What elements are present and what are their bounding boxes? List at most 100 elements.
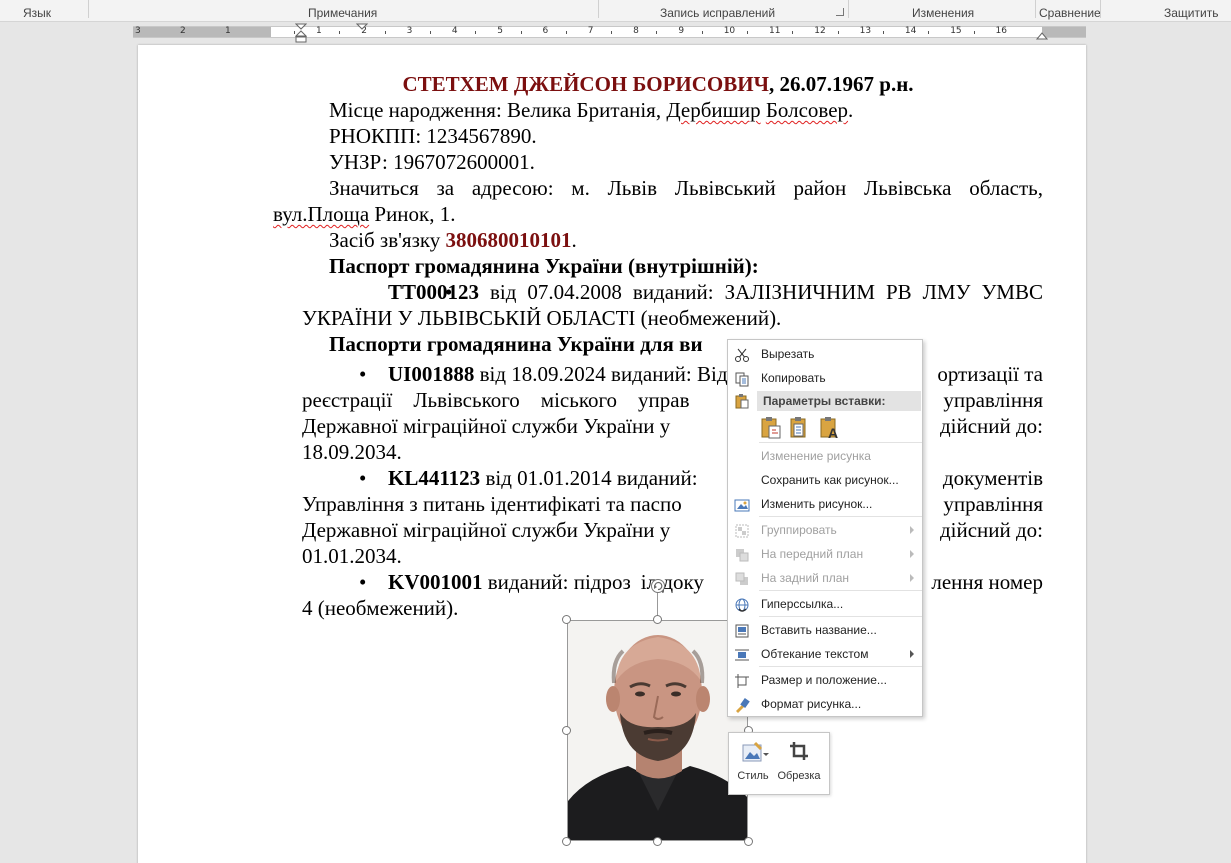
- resize-handle[interactable]: [562, 726, 571, 735]
- passport-details: іл доку: [640, 570, 704, 594]
- menu-item-label: Обтекание текстом: [761, 647, 869, 661]
- menu-item-size-position[interactable]: Размер и положение...: [728, 668, 922, 692]
- passport-details: 18.09.2034.: [302, 440, 402, 464]
- ruler-tick: [701, 31, 703, 34]
- edit-picture-icon: [734, 499, 750, 512]
- ruler-label: 7: [587, 26, 594, 36]
- spell-error-word[interactable]: Болсовер: [766, 98, 848, 122]
- ruler-label: 11: [769, 26, 781, 36]
- menu-item-label: Изменить рисунок...: [761, 497, 873, 511]
- ruler-right-margin: [1042, 27, 1086, 37]
- list-item: • TT000123 від 07.04.2008 виданий: ЗАЛІЗН…: [302, 279, 1043, 331]
- menu-item-format-picture[interactable]: Формат рисунка...: [728, 692, 922, 716]
- ribbon-separator: [848, 0, 849, 18]
- resize-handle[interactable]: [653, 837, 662, 846]
- menu-item-insert-caption[interactable]: Вставить название...: [728, 618, 922, 642]
- contact-prefix: Засіб зв'язку: [329, 228, 446, 252]
- spell-error-word[interactable]: вул.Площа: [273, 202, 369, 226]
- ruler-tick: [475, 31, 477, 34]
- ruler-label: 13: [859, 26, 872, 36]
- ruler-label: 4: [451, 26, 458, 36]
- crop-icon: [790, 742, 808, 760]
- document-body[interactable]: СТЕТХЕМ ДЖЕЙСОН БОРИСОВИЧ, 26.07.1967 р.…: [273, 71, 1043, 357]
- ribbon-group-language: Язык: [23, 6, 52, 20]
- ribbon-separator: [88, 0, 89, 18]
- ruler-label: 8: [633, 26, 639, 36]
- paste-merge-formatting-icon[interactable]: [789, 416, 811, 440]
- resize-handle[interactable]: [562, 837, 571, 846]
- picture-style-icon: [742, 741, 769, 762]
- internal-passport-header: Паспорт громадянина України (внутрішній)…: [329, 254, 759, 278]
- menu-separator: [759, 590, 922, 591]
- birthplace-prefix: Місце народження: Велика Британія,: [329, 98, 667, 122]
- menu-item-hyperlink[interactable]: Гиперссылка...: [728, 592, 922, 616]
- ruler-tick: [611, 31, 613, 34]
- ruler-label: 15: [950, 26, 962, 36]
- spell-error-word[interactable]: Дербишир: [666, 98, 760, 122]
- ruler-tick: [973, 31, 975, 34]
- svg-text:A: A: [828, 425, 838, 440]
- birth-date: , 26.07.1967 р.н.: [769, 72, 914, 96]
- scissors-icon: [735, 348, 749, 362]
- resize-handle[interactable]: [562, 615, 571, 624]
- rotate-handle-icon[interactable]: [651, 579, 665, 593]
- paste-keep-formatting-icon[interactable]: [760, 416, 782, 440]
- horizontal-ruler[interactable]: 3 2 1 1 2 3 4 5 6 7 8 9 10 11 12 13 14 15 16: [133, 23, 1086, 43]
- ruler-label: 12: [814, 26, 826, 36]
- menu-item-save-as-picture[interactable]: Сохранить как рисунок...: [728, 468, 922, 492]
- style-button[interactable]: Стиль: [733, 733, 773, 794]
- person-photo[interactable]: [567, 620, 748, 841]
- passport-details: 01.01.2034.: [302, 544, 402, 568]
- ruler-tick: [792, 31, 794, 34]
- ruler-tick: [747, 31, 748, 34]
- passport-details: лення номер: [931, 570, 1043, 594]
- ruler-label: 9: [678, 26, 685, 36]
- passport-details: 4 (необмежений).: [302, 596, 459, 620]
- resize-handle[interactable]: [653, 615, 662, 624]
- bring-forward-icon: [736, 549, 749, 562]
- list-item-line: 01.01.2034.: [302, 543, 1043, 569]
- ruler-tick: [384, 31, 386, 34]
- ruler-tick: [565, 31, 567, 34]
- foreign-passport-list: • UI001888 від 18.09.2024 виданий: Відді…: [302, 361, 1043, 621]
- passport-details: управління: [943, 492, 1043, 516]
- passport-details: ортизації та: [937, 362, 1043, 386]
- ruler-label: 10: [723, 26, 736, 36]
- passport-number: UI001888: [388, 362, 475, 386]
- menu-item-label: На передний план: [761, 547, 864, 561]
- menu-item-label: Сохранить как рисунок...: [761, 473, 899, 487]
- ruler-label: 1: [225, 26, 231, 36]
- menu-item-copy[interactable]: Копировать: [728, 366, 922, 390]
- right-indent-icon[interactable]: [1036, 30, 1048, 40]
- address-line-cont: вул.Площа Ринок, 1.: [273, 201, 1043, 227]
- ribbon-separator: [598, 0, 599, 18]
- resize-handle[interactable]: [744, 837, 753, 846]
- crop-button[interactable]: Обрезка: [775, 733, 823, 794]
- list-item: • KL441123 від 01.01.2014 виданий: докум…: [302, 465, 1043, 491]
- menu-item-edit-picture[interactable]: Изменить рисунок...: [728, 492, 922, 516]
- paste-text-only-icon[interactable]: A: [819, 416, 841, 440]
- passport-details: Управління з питань ідентифікаті та пасп…: [302, 492, 682, 516]
- ruler-tick: [928, 31, 930, 34]
- dialog-launcher-icon[interactable]: [836, 8, 844, 16]
- passport-details: Державної міграційної служби України у: [302, 414, 671, 438]
- menu-item-wrap-text[interactable]: Обтекание текстом: [728, 642, 922, 666]
- group-icon: [735, 524, 749, 538]
- passport-details: виданий: підроз: [482, 570, 631, 594]
- first-line-indent-icon[interactable]: [356, 23, 368, 33]
- contact-number: 380680010101: [445, 228, 572, 252]
- indent-marker-icon[interactable]: [295, 23, 307, 45]
- bullet-icon: •: [445, 280, 453, 304]
- ribbon-group-labels: Язык Примечания Запись исправлений Измен…: [0, 0, 1231, 22]
- menu-item-label: Изменение рисунка: [761, 449, 871, 463]
- hyperlink-icon: [735, 598, 749, 612]
- ribbon-group-tracking: Запись исправлений: [660, 6, 776, 20]
- menu-item-cut[interactable]: Вырезать: [728, 342, 922, 366]
- menu-item-send-backward: На задний план: [728, 566, 922, 590]
- size-position-icon: [735, 674, 749, 688]
- menu-item-change-picture: Изменение рисунка: [728, 444, 922, 468]
- period: .: [571, 228, 577, 252]
- list-item-line: 18.09.2034.: [302, 439, 1043, 465]
- passport-details: документів: [942, 466, 1043, 490]
- passport-details: від 01.01.2014 виданий:: [480, 466, 698, 490]
